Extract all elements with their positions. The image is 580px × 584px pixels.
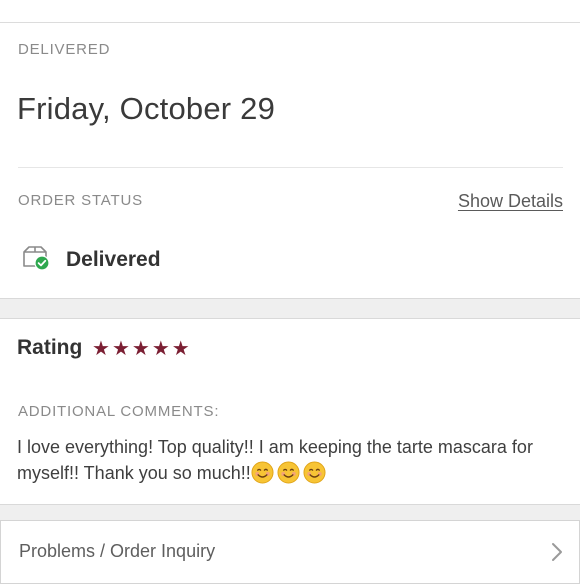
- additional-comments-label: ADDITIONAL COMMENTS:: [18, 403, 220, 420]
- comment-body: I love everything! Top quality!! I am ke…: [17, 437, 533, 483]
- order-status-text: Delivered: [66, 248, 161, 271]
- show-details-link[interactable]: Show Details: [458, 191, 563, 212]
- star-icon: ★: [92, 336, 110, 360]
- star-icon: ★: [131, 336, 150, 360]
- divider: [18, 167, 563, 168]
- order-inquiry-label: Problems / Order Inquiry: [19, 541, 216, 561]
- package-check-icon: [23, 246, 50, 271]
- smiling-face-emoji-icon: [277, 461, 300, 484]
- order-inquiry-row[interactable]: Problems / Order Inquiry: [0, 520, 580, 584]
- order-status-label: ORDER STATUS: [18, 192, 143, 209]
- delivery-card: DELIVERED Friday, October 29 ORDER STATU…: [0, 23, 580, 299]
- star-icon: ★: [171, 336, 190, 360]
- chevron-right-icon: [552, 543, 562, 561]
- smiling-face-emoji-icon: [251, 461, 274, 484]
- rating-card: Rating ★ ★ ★ ★ ★ ADDITIONAL COMMENTS: I …: [0, 318, 580, 505]
- star-rating: ★ ★ ★ ★ ★: [92, 336, 190, 360]
- smiling-face-emoji-icon: [303, 461, 326, 484]
- top-strip: [0, 0, 580, 23]
- additional-comments-text: I love everything! Top quality!! I am ke…: [17, 434, 562, 486]
- star-icon: ★: [111, 336, 130, 360]
- delivered-heading: DELIVERED: [18, 41, 111, 58]
- star-icon: ★: [151, 336, 170, 360]
- delivery-date: Friday, October 29: [17, 91, 276, 126]
- rating-label: Rating: [17, 336, 83, 359]
